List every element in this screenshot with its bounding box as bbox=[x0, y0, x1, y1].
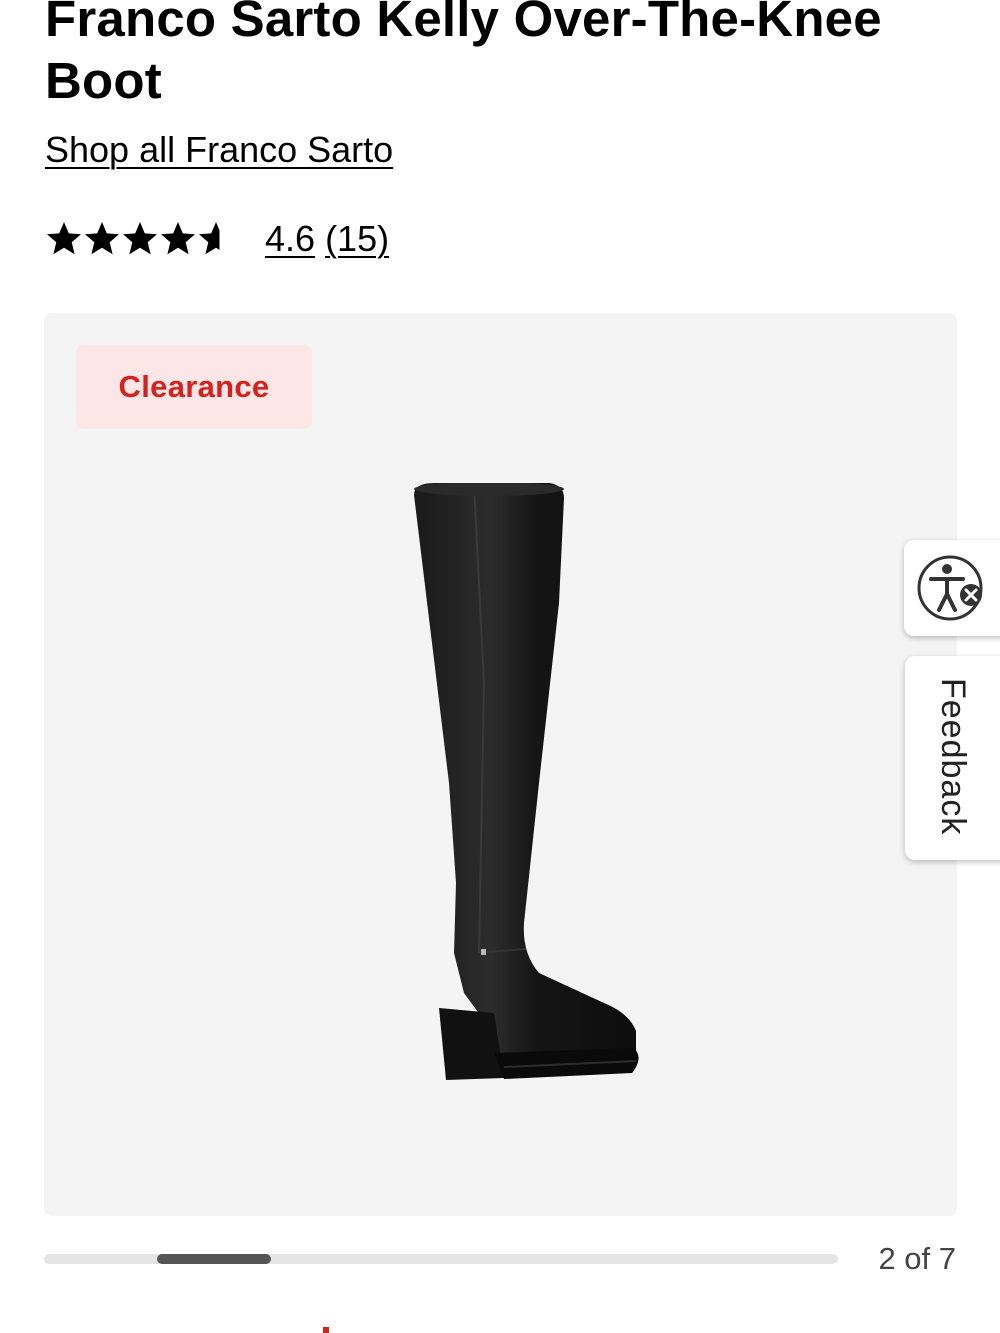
product-image-gallery[interactable]: Clearance bbox=[44, 313, 957, 1216]
rating-summary[interactable]: 4.6 (15) bbox=[45, 213, 389, 265]
star-icon bbox=[199, 222, 233, 255]
product-page: Franco Sarto Kelly Over-The-Knee Boot Sh… bbox=[0, 0, 1000, 1333]
review-count: (15) bbox=[325, 218, 390, 259]
product-image[interactable] bbox=[354, 483, 654, 1103]
rating-score: 4.6 bbox=[265, 218, 316, 259]
clearance-badge: Clearance bbox=[76, 345, 312, 429]
star-icon bbox=[123, 222, 157, 255]
cut-off-element bbox=[323, 1327, 329, 1333]
gallery-scroll-thumb[interactable] bbox=[157, 1254, 271, 1264]
star-rating bbox=[45, 220, 235, 258]
star-icon bbox=[47, 222, 81, 255]
gallery-counter: 2 of 7 bbox=[878, 1241, 956, 1276]
product-title: Franco Sarto Kelly Over-The-Knee Boot bbox=[45, 0, 882, 109]
shop-brand-link[interactable]: Shop all Franco Sarto bbox=[45, 128, 393, 172]
feedback-label: Feedback bbox=[934, 678, 972, 836]
feedback-tab[interactable]: Feedback bbox=[905, 656, 1000, 860]
gallery-scrollbar[interactable] bbox=[44, 1254, 838, 1264]
accessibility-button[interactable] bbox=[904, 540, 1000, 636]
rating-link[interactable]: 4.6 (15) bbox=[265, 217, 389, 261]
accessibility-icon bbox=[917, 555, 983, 621]
star-icon bbox=[161, 222, 195, 255]
star-icon bbox=[85, 222, 119, 255]
